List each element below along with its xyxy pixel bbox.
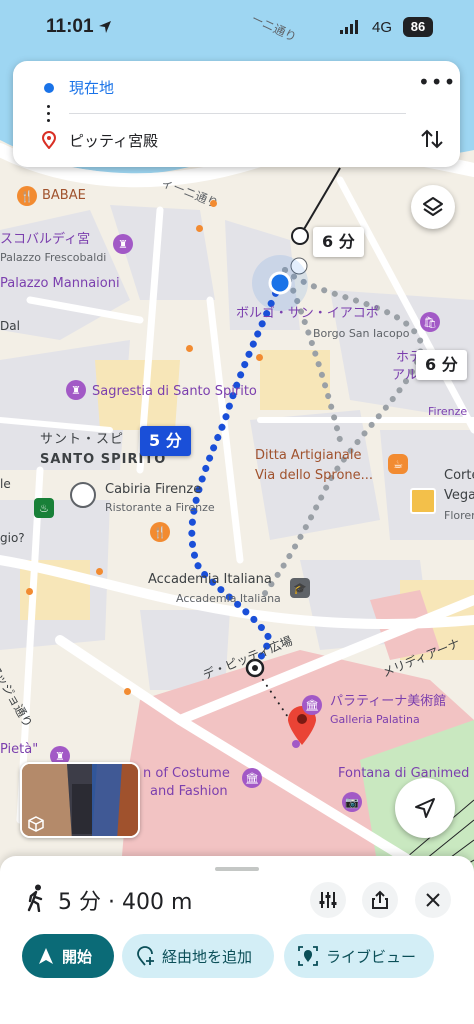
place-label-frescobaldi: スコバルディ宮 <box>0 232 91 247</box>
origin-field[interactable]: 現在地 <box>69 77 114 98</box>
place-label-left-gio: gio? <box>0 531 25 545</box>
place-label-pieta: Pietà" <box>0 742 39 757</box>
poi-dot[interactable] <box>26 588 33 595</box>
school-icon[interactable]: 🎓 <box>290 578 310 598</box>
live-view-button[interactable]: ライブビュー <box>284 934 434 978</box>
restaurant-logo-icon[interactable] <box>70 482 96 508</box>
close-icon <box>426 893 440 907</box>
place-sublabel-accademia: Accademia Italiana <box>176 592 281 605</box>
place-label-floren: Floren <box>444 509 474 522</box>
restaurant-icon[interactable]: 🍴 <box>150 522 170 542</box>
place-label-dal: Dal <box>0 319 20 333</box>
battery-level: 86 <box>403 17 433 37</box>
place-sublabel-borgo: Borgo San Iacopo <box>313 327 410 340</box>
place-sublabel-ditta: Via dello Sprone... <box>255 468 374 483</box>
place-label-corte: Corte <box>444 468 474 483</box>
more-horiz-icon[interactable]: ••• <box>418 72 455 99</box>
sheet-drag-handle[interactable] <box>215 867 259 871</box>
signal-icon <box>340 20 358 34</box>
directions-card: 現在地 ••• ピッティ宮殿 <box>13 61 460 167</box>
place-label-sagrestia: Sagrestia di Santo Spirito <box>92 384 257 399</box>
destination-pin-icon <box>42 131 56 149</box>
close-button[interactable] <box>415 882 451 918</box>
place-label-cabiria: Cabiria Firenze <box>105 482 202 497</box>
place-label-fashion: and Fashion <box>150 784 228 799</box>
destination-field[interactable]: ピッティ宮殿 <box>69 130 158 151</box>
route-options-button[interactable] <box>310 882 346 918</box>
museum-icon[interactable]: 🏛 <box>302 695 322 715</box>
place-label-firenze: Firenze <box>428 405 468 418</box>
poi-dot[interactable] <box>186 345 193 352</box>
place-label-mannaioni: Palazzo Mannaioni <box>0 276 120 291</box>
hotel-thumbnail-icon[interactable] <box>410 488 436 514</box>
route-summary: 5 分 · 400 m <box>58 890 193 915</box>
place-sublabel-cabiria: Ristorante a Firenze <box>105 501 215 514</box>
place-label-vega: Vega <box>444 488 474 503</box>
poi-dot[interactable] <box>210 200 217 207</box>
network-type: 4G <box>372 19 393 36</box>
place-label-fontana: Fontana di Ganimed <box>338 766 470 781</box>
place-label-costume: n of Costume <box>143 766 230 781</box>
poi-dot[interactable] <box>196 225 203 232</box>
route-connector-icon <box>47 105 51 126</box>
place-sublabel-palatina: Galleria Palatina <box>330 713 420 726</box>
coffee-icon[interactable]: ☕ <box>388 454 408 474</box>
status-time: 11:01 <box>46 16 94 37</box>
route-duration-callout[interactable]: 6 分 <box>313 227 364 257</box>
walking-icon <box>27 884 43 912</box>
start-button[interactable]: 開始 <box>22 934 114 978</box>
selected-route-duration-callout[interactable]: 5 分 <box>140 426 191 456</box>
spa-icon[interactable]: ♨ <box>34 498 54 518</box>
layers-button[interactable] <box>411 185 455 229</box>
status-bar: 11:01 4G 86 <box>0 0 474 56</box>
poi-dot[interactable] <box>124 688 131 695</box>
add-stop-label: 経由地を追加 <box>162 947 253 966</box>
museum-icon[interactable]: 🏛 <box>242 768 262 788</box>
share-button[interactable] <box>362 882 398 918</box>
swap-vertical-icon[interactable] <box>418 125 446 153</box>
landmark-icon[interactable]: ♜ <box>113 234 133 254</box>
shopping-icon[interactable]: 🛍 <box>420 312 440 332</box>
restaurant-icon[interactable]: 🍴 <box>17 186 37 206</box>
place-label-accademia: Accademia Italiana <box>148 572 272 587</box>
navigation-icon <box>39 948 53 964</box>
place-label-borgo: ボルゴ・サン・イアコポ <box>236 306 379 321</box>
origin-dot-icon <box>44 83 54 93</box>
place-label-babae: BABAE <box>42 188 86 203</box>
divider <box>69 113 406 114</box>
place-sublabel-frescobaldi: Palazzo Frescobaldi <box>0 251 107 264</box>
route-bottom-sheet: 5 分 · 400 m 開始 経由地を追加 ライブビュー <box>0 856 474 1024</box>
place-label-palatina: パラティーナ美術館 <box>330 694 447 709</box>
tune-icon <box>319 892 337 908</box>
live-view-icon <box>298 946 318 966</box>
layers-icon <box>423 197 443 216</box>
church-icon[interactable]: ♜ <box>66 380 86 400</box>
3d-cube-icon <box>28 816 44 832</box>
start-button-label: 開始 <box>62 947 93 966</box>
location-arrow-icon <box>99 21 111 33</box>
add-stop-button[interactable]: 経由地を追加 <box>122 934 274 978</box>
navigation-arrow-icon <box>415 798 435 818</box>
street-view-thumbnail[interactable] <box>20 762 140 838</box>
my-location-button[interactable] <box>395 778 455 838</box>
place-label-left-le: le <box>0 477 11 491</box>
share-icon <box>372 890 388 909</box>
place-label-ditta: Ditta Artigianale <box>255 448 362 463</box>
route-duration-callout[interactable]: 6 分 <box>416 350 467 380</box>
area-label-santo-spirito-jp: サント・スピ <box>40 432 125 447</box>
live-view-label: ライブビュー <box>326 947 417 966</box>
poi-dot[interactable] <box>256 354 263 361</box>
add-location-icon <box>137 946 154 966</box>
poi-dot[interactable] <box>96 568 103 575</box>
camera-icon[interactable]: 📷 <box>342 792 362 812</box>
